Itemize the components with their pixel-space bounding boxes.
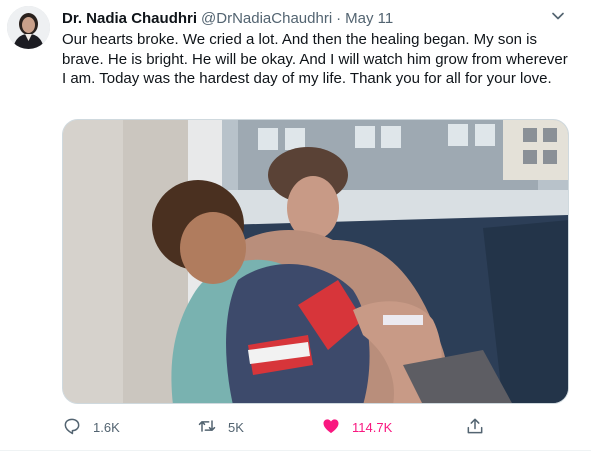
avatar[interactable] — [7, 6, 50, 49]
heart-icon — [321, 416, 341, 439]
reply-icon — [62, 416, 82, 439]
retweet-count: 5K — [228, 419, 244, 435]
tweet-date[interactable]: May 11 — [345, 10, 393, 27]
share-icon — [465, 416, 485, 439]
like-count: 114.7K — [352, 419, 393, 435]
reply-count: 1.6K — [93, 419, 120, 435]
author-name[interactable]: Dr. Nadia Chaudhri — [62, 10, 197, 27]
tweet-actions: 1.6K 5K 114.7K — [62, 414, 532, 440]
tweet-photo[interactable] — [62, 119, 569, 404]
tweet-text: Our hearts broke. We cried a lot. And th… — [62, 31, 568, 87]
share-button[interactable] — [465, 414, 485, 440]
tweet-card[interactable]: Dr. Nadia Chaudhri @DrNadiaChaudhri · Ma… — [0, 0, 591, 451]
tweet-header: Dr. Nadia Chaudhri @DrNadiaChaudhri · Ma… — [62, 8, 571, 28]
more-icon[interactable] — [547, 5, 569, 27]
reply-button[interactable]: 1.6K — [62, 414, 120, 440]
retweet-button[interactable]: 5K — [197, 414, 244, 440]
meta-separator: · — [336, 9, 342, 27]
like-button[interactable]: 114.7K — [321, 414, 392, 440]
retweet-icon — [197, 416, 217, 439]
author-handle[interactable]: @DrNadiaChaudhri — [201, 10, 332, 27]
